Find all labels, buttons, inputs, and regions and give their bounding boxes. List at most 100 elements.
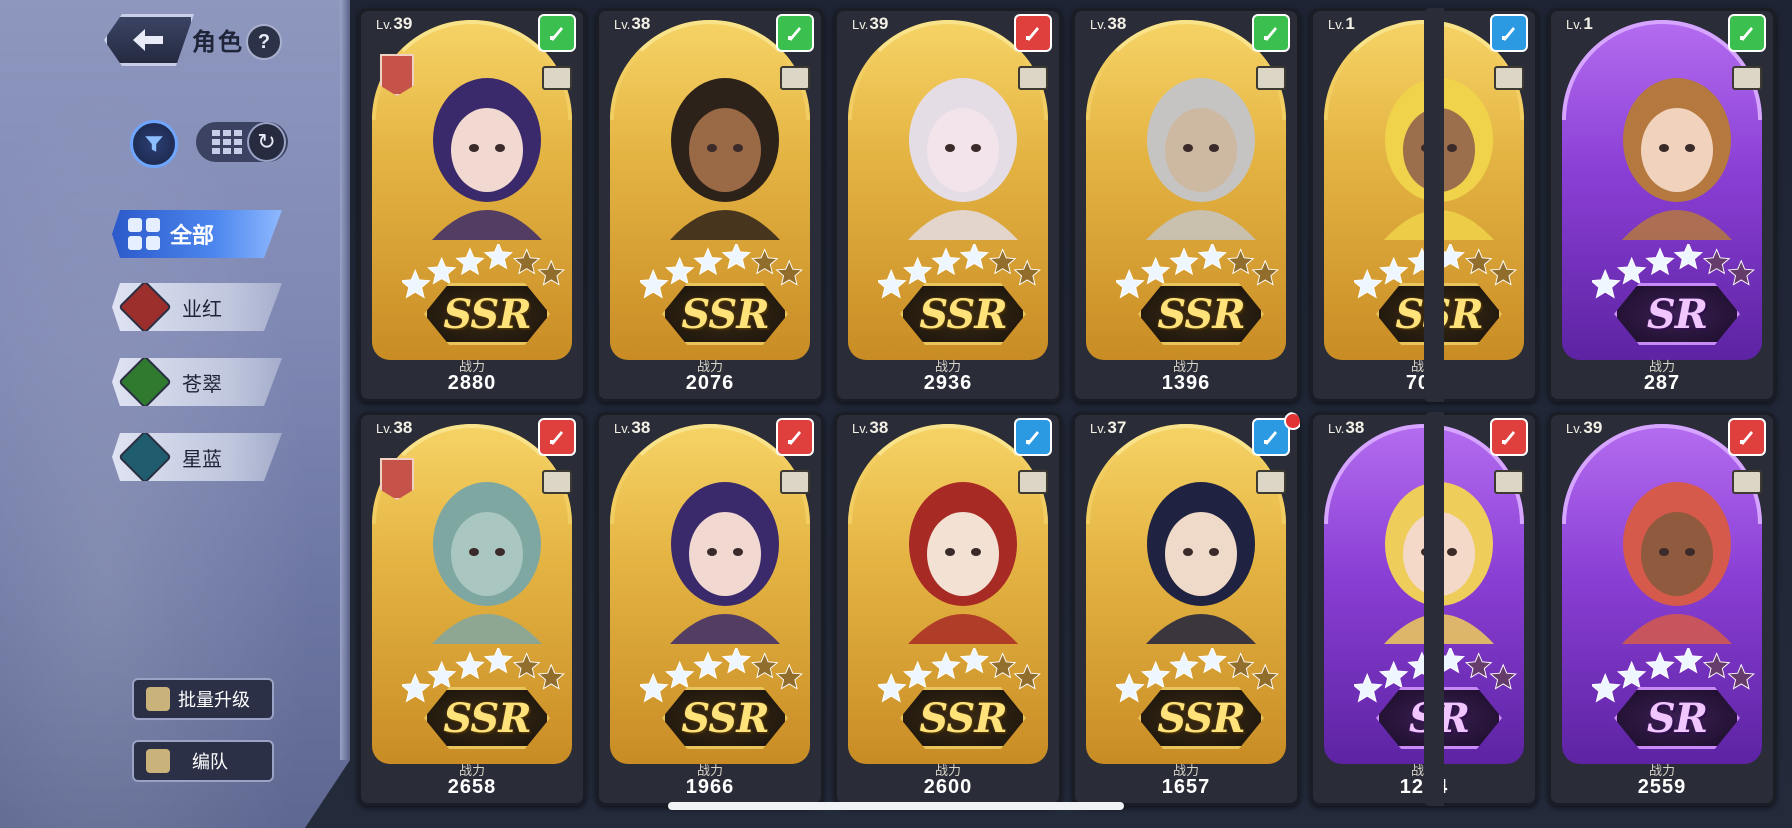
red-element-icon xyxy=(1014,14,1052,52)
green-element-icon xyxy=(538,14,576,52)
character-card[interactable]: SSR Lv.38 战力 2076 xyxy=(596,8,824,402)
view-toggle[interactable]: ↻ xyxy=(196,122,288,162)
character-card[interactable]: SSR Lv.37 战力 1657 xyxy=(1072,412,1300,806)
level-value: 39 xyxy=(1583,418,1603,437)
red-gem-icon xyxy=(118,280,172,334)
rarity-badge: SSR xyxy=(898,282,1028,346)
level-prefix: Lv. xyxy=(376,17,393,32)
home-indicator xyxy=(668,802,1124,810)
level-prefix: Lv. xyxy=(1090,17,1107,32)
level-prefix: Lv. xyxy=(1566,421,1583,436)
book-icon xyxy=(542,470,572,494)
level-value: 38 xyxy=(1345,418,1365,437)
character-grid: SSR Lv.39 战力 2880 SSR Lv.38 战力 2076 SSR Lv.39 战力 29… xyxy=(358,8,1792,808)
character-card[interactable]: SSR Lv.39 战力 2936 xyxy=(834,8,1062,402)
partial-card[interactable] xyxy=(1424,8,1444,402)
level-prefix: Lv. xyxy=(1328,17,1345,32)
team-button[interactable]: 编队 xyxy=(132,740,274,782)
level-value: 38 xyxy=(631,418,651,437)
rarity-text: SSR xyxy=(443,290,531,338)
green-element-icon xyxy=(1252,14,1290,52)
partial-card[interactable] xyxy=(1424,412,1444,806)
level-prefix: Lv. xyxy=(614,17,631,32)
character-card[interactable]: SR Lv.39 战力 2559 xyxy=(1548,412,1776,806)
character-card[interactable]: SR Lv.1 战力 287 xyxy=(1548,8,1776,402)
book-icon xyxy=(542,66,572,90)
level-label: Lv.39 xyxy=(852,14,888,34)
rarity-badge: SSR xyxy=(660,686,790,750)
green-element-icon xyxy=(1728,14,1766,52)
level-value: 1 xyxy=(1583,14,1593,33)
rarity-text: SSR xyxy=(1157,290,1245,338)
grid-view-icon[interactable] xyxy=(208,126,247,158)
level-label: Lv.1 xyxy=(1566,14,1593,34)
character-card[interactable]: SSR Lv.38 战力 2658 xyxy=(358,412,586,806)
help-button[interactable]: ? xyxy=(246,24,282,60)
level-label: Lv.38 xyxy=(376,418,412,438)
level-value: 1 xyxy=(1345,14,1355,33)
sidebar-edge xyxy=(340,0,350,760)
back-button[interactable] xyxy=(104,14,194,66)
rarity-badge: SSR xyxy=(1136,282,1266,346)
book-icon xyxy=(780,470,810,494)
team-icon xyxy=(146,749,170,773)
category-red[interactable]: 业红 xyxy=(112,283,282,331)
category-label: 全部 xyxy=(170,223,215,248)
character-card[interactable]: SSR Lv.38 战力 2600 xyxy=(834,412,1062,806)
rarity-badge: SSR xyxy=(1136,686,1266,750)
red-element-icon xyxy=(1728,418,1766,456)
upgrade-icon xyxy=(146,687,170,711)
character-card[interactable]: SSR Lv.38 战力 1396 xyxy=(1072,8,1300,402)
rarity-text: SR xyxy=(1646,694,1708,742)
power-value: 2936 xyxy=(923,372,973,394)
level-prefix: Lv. xyxy=(614,421,631,436)
level-value: 39 xyxy=(393,14,413,33)
category-label: 苍翠 xyxy=(182,373,222,396)
level-label: Lv.38 xyxy=(614,14,650,34)
level-label: Lv.39 xyxy=(1566,418,1602,438)
level-prefix: Lv. xyxy=(852,421,869,436)
power-value: 1396 xyxy=(1161,372,1211,394)
book-icon xyxy=(1018,66,1048,90)
character-screen: 角色 ? ↻ 全部 业红 苍翠 星蓝 批量升级 编队 SSR Lv.39 战力 … xyxy=(0,0,1792,828)
level-label: Lv.39 xyxy=(376,14,412,34)
red-element-icon xyxy=(1490,418,1528,456)
level-prefix: Lv. xyxy=(1566,17,1583,32)
power-value: 1657 xyxy=(1161,776,1211,798)
category-all[interactable]: 全部 xyxy=(112,210,282,258)
category-blue[interactable]: 星蓝 xyxy=(112,433,282,481)
power-value: 2658 xyxy=(447,776,497,798)
rarity-text: SSR xyxy=(1157,694,1245,742)
power-value: 1966 xyxy=(685,776,735,798)
batch-upgrade-button[interactable]: 批量升级 xyxy=(132,678,274,720)
power-value: 287 xyxy=(1643,372,1681,394)
book-icon xyxy=(1732,66,1762,90)
sidebar: 角色 ? ↻ 全部 业红 苍翠 星蓝 批量升级 编队 xyxy=(0,0,350,828)
level-prefix: Lv. xyxy=(1328,421,1345,436)
level-label: Lv.38 xyxy=(1090,14,1126,34)
character-card[interactable]: SSR Lv.38 战力 1966 xyxy=(596,412,824,806)
level-value: 39 xyxy=(869,14,889,33)
all-grid-icon xyxy=(128,218,160,250)
level-value: 38 xyxy=(631,14,651,33)
rarity-text: SSR xyxy=(443,694,531,742)
level-value: 38 xyxy=(393,418,413,437)
category-label: 星蓝 xyxy=(182,448,222,471)
book-icon xyxy=(1256,66,1286,90)
power-value: 2600 xyxy=(923,776,973,798)
red-element-icon xyxy=(776,418,814,456)
book-icon xyxy=(780,66,810,90)
blue-element-icon xyxy=(1014,418,1052,456)
level-label: Lv.38 xyxy=(852,418,888,438)
level-prefix: Lv. xyxy=(1090,421,1107,436)
rarity-badge: SR xyxy=(1612,282,1742,346)
category-green[interactable]: 苍翠 xyxy=(112,358,282,406)
refresh-icon[interactable]: ↻ xyxy=(246,122,286,162)
filter-button[interactable] xyxy=(130,120,178,168)
category-label: 业红 xyxy=(182,298,222,321)
book-icon xyxy=(1494,470,1524,494)
rarity-text: SSR xyxy=(919,694,1007,742)
filter-icon xyxy=(145,136,163,152)
character-card[interactable]: SSR Lv.39 战力 2880 xyxy=(358,8,586,402)
book-icon xyxy=(1018,470,1048,494)
